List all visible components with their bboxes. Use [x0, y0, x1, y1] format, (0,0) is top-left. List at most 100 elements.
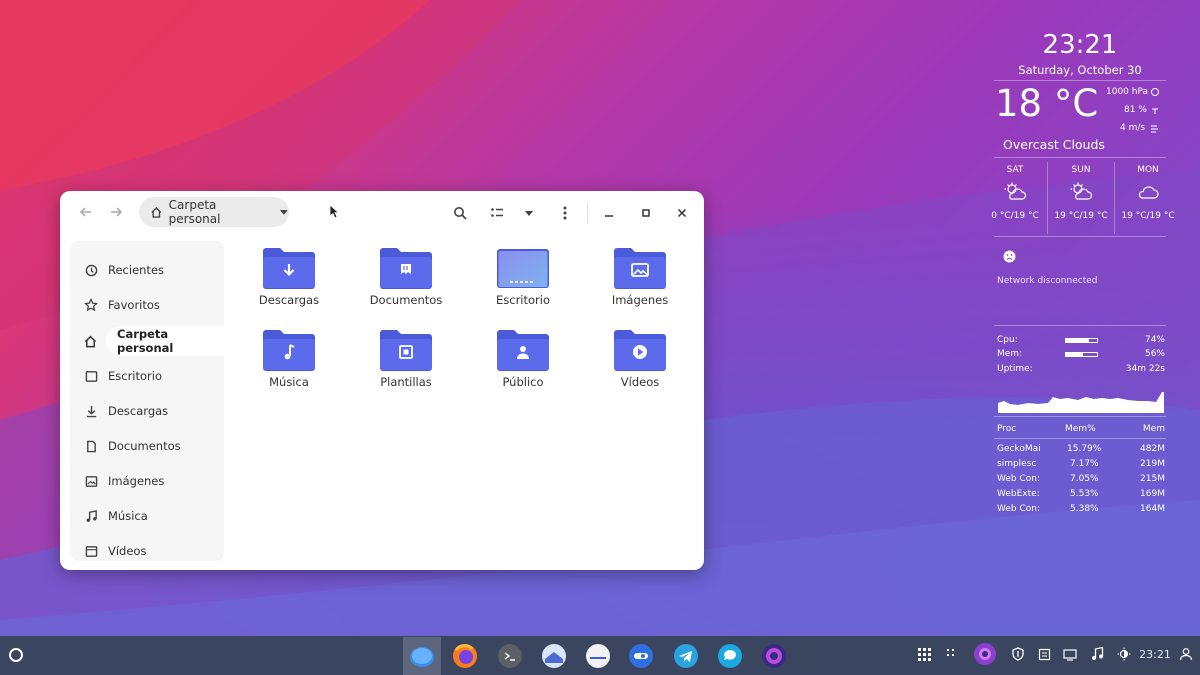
minimize-button[interactable] [598, 202, 620, 224]
forecast-day-name: SAT [1006, 165, 1024, 175]
forecast-day: MON 19 °C/19 °C [1118, 165, 1178, 221]
taskbar-terminal[interactable] [495, 641, 525, 671]
process-row: Web Con: 5.38% 164M [990, 504, 1170, 518]
process-mem: 482M [1140, 444, 1165, 454]
template-icon [380, 330, 432, 371]
telegram-icon [674, 644, 698, 668]
pressure-icon [1151, 88, 1159, 96]
taskbar-chat[interactable] [583, 641, 613, 671]
partly-cloudy-icon [1004, 182, 1027, 200]
uptime-label: Uptime: [997, 364, 1033, 374]
folder-label: Música [269, 375, 309, 389]
process-name: Web Con: [997, 504, 1041, 514]
folder-label: Público [502, 375, 544, 389]
folder-publico[interactable]: Público [468, 329, 578, 409]
view-toggle-button[interactable] [486, 202, 508, 224]
sidebar-item-descargas[interactable]: Descargas [70, 396, 224, 426]
folder-musica[interactable]: Música [234, 329, 344, 409]
process-mem: 215M [1140, 474, 1165, 484]
tray-notes-button[interactable] [1036, 645, 1052, 663]
tray-brightness-button[interactable] [1116, 645, 1132, 663]
clock-icon [84, 263, 98, 277]
cpu-label: Cpu: [997, 335, 1018, 345]
mouse-pointer-icon [329, 204, 339, 219]
network-sad-icon [1003, 250, 1016, 263]
sidebar-item-recientes[interactable]: Recientes [70, 255, 224, 285]
image-icon [614, 248, 666, 289]
process-row: GeckoMai 15.79% 482M [990, 444, 1170, 458]
forward-button[interactable] [106, 201, 126, 223]
tray-media-button[interactable] [973, 642, 997, 666]
document-icon [84, 439, 98, 453]
file-manager-window: Carpeta personal Recientes Favoritos Car… [60, 191, 704, 570]
forecast-day: SAT 0 °C/19 °C [990, 165, 1040, 221]
display-icon [1063, 648, 1077, 661]
sidebar-item-favoritos[interactable]: Favoritos [70, 290, 224, 320]
taskbar-settings[interactable] [626, 641, 656, 671]
menu-button[interactable] [554, 202, 576, 224]
widget-divider [994, 157, 1166, 158]
close-icon [677, 208, 687, 218]
sidebar-item-label: Favoritos [108, 298, 160, 312]
maximize-button[interactable] [635, 202, 657, 224]
back-arrow-icon [79, 207, 91, 217]
tray-user-button[interactable] [1178, 645, 1194, 663]
sidebar-item-carpeta-personal[interactable]: Carpeta personal [106, 326, 224, 356]
sidebar-item-musica[interactable]: Música [70, 501, 224, 531]
taskbar-mail[interactable] [539, 641, 569, 671]
back-button[interactable] [76, 201, 96, 223]
firefox-icon [453, 644, 477, 668]
music-note-icon [1091, 647, 1103, 660]
sidebar-item-documentos[interactable]: Documentos [70, 431, 224, 461]
tray-security-button[interactable] [1010, 645, 1026, 663]
header-separator [587, 203, 588, 223]
sidebar-item-videos[interactable]: Vídeos [70, 536, 224, 561]
widget-divider [994, 80, 1166, 81]
system-widget: 23:21 Saturday, October 30 18 °C 1000 hP… [990, 28, 1174, 528]
app-launcher-button[interactable] [8, 647, 24, 663]
close-button[interactable] [671, 202, 693, 224]
folder-descargas[interactable]: Descargas [234, 247, 344, 327]
folder-plantillas[interactable]: Plantillas [351, 329, 461, 409]
search-icon [454, 207, 467, 220]
wind-icon [1151, 125, 1158, 133]
sidebar-item-label: Carpeta personal [117, 327, 174, 355]
brightness-icon [1117, 647, 1131, 661]
sidebar-item-imagenes[interactable]: Imágenes [70, 466, 224, 496]
path-bar-button[interactable]: Carpeta personal [139, 197, 289, 227]
folder-escritorio[interactable]: Escritorio [468, 247, 578, 327]
folder-documentos[interactable]: Documentos [351, 247, 461, 327]
video-icon [84, 544, 98, 558]
process-mem-pct: 5.38% [1070, 504, 1099, 514]
taskbar-files[interactable] [407, 641, 437, 671]
process-name: simplesc [997, 459, 1037, 469]
media-player-icon [762, 644, 786, 668]
sidebar-item-label: Imágenes [108, 474, 165, 488]
taskbar-media[interactable] [759, 641, 789, 671]
folder-label: Vídeos [620, 375, 660, 389]
taskbar-telegram[interactable] [671, 641, 701, 671]
home-icon-outer [84, 333, 98, 348]
tray-music-button[interactable] [1089, 645, 1105, 663]
person-icon [497, 330, 549, 371]
path-label: Carpeta personal [168, 198, 221, 226]
tray-more-button[interactable] [944, 645, 958, 663]
process-mem: 169M [1140, 489, 1165, 499]
mem-label: Mem: [997, 349, 1023, 359]
folder-videos[interactable]: Vídeos [585, 329, 695, 409]
app-grid-button[interactable] [916, 645, 932, 663]
tray-display-button[interactable] [1062, 645, 1078, 663]
view-options-button[interactable] [518, 202, 540, 224]
taskbar-firefox[interactable] [450, 641, 480, 671]
widget-wind: 4 m/s [1120, 123, 1146, 133]
music-icon [263, 330, 315, 371]
sidebar-item-escritorio[interactable]: Escritorio [70, 361, 224, 391]
search-button[interactable] [449, 202, 471, 224]
process-row: WebExte: 5.53% 169M [990, 489, 1170, 503]
taskbar-messages[interactable] [715, 641, 745, 671]
cpu-bar-fill [1066, 339, 1089, 342]
sidebar-item-label: Descargas [108, 404, 169, 418]
tray-clock[interactable]: 23:21 [1138, 645, 1172, 663]
tray-dots-icon [947, 649, 954, 656]
folder-imagenes[interactable]: Imágenes [585, 247, 695, 327]
